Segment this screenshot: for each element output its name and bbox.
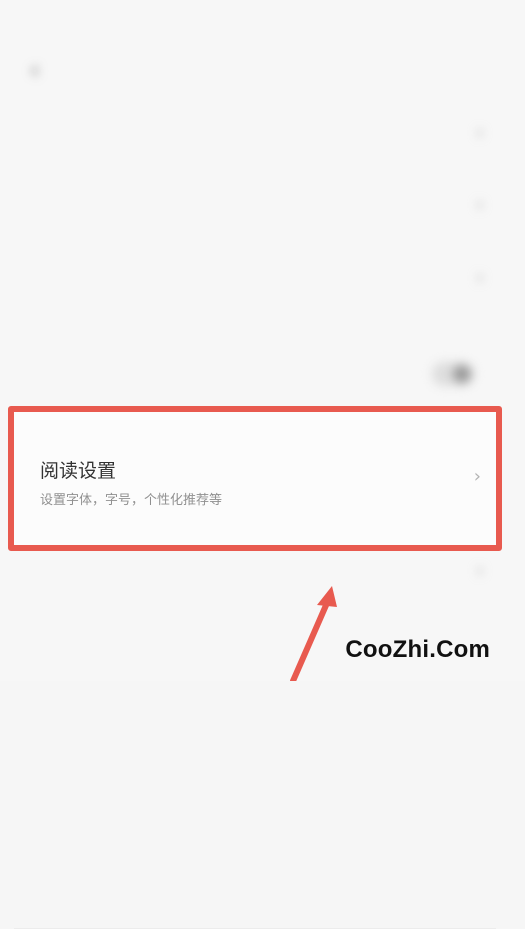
settings-screen: ‹ › › › 阅读设置 设置字体，字号，个性化推荐等 › › CooZhi.C…: [0, 0, 525, 929]
chevron-right-icon: ›: [476, 120, 484, 144]
chevron-right-icon: ›: [476, 265, 484, 289]
chevron-right-icon: ›: [476, 558, 484, 582]
reading-settings-highlight-box: 阅读设置 设置字体，字号，个性化推荐等 ›: [8, 406, 502, 929]
status-bar: [0, 6, 525, 30]
watermark-logo-text: CooZhi.Com: [345, 636, 490, 663]
chevron-left-icon[interactable]: ‹: [30, 56, 40, 84]
settings-row-4[interactable]: [10, 345, 502, 403]
settings-toggle[interactable]: [432, 362, 474, 386]
settings-row-3[interactable]: ›: [10, 255, 502, 313]
settings-row-1[interactable]: ›: [10, 110, 502, 168]
top-navigation: ‹: [0, 48, 525, 96]
chevron-right-icon: ›: [476, 192, 484, 216]
settings-row-5[interactable]: ›: [10, 548, 502, 612]
reading-settings-row[interactable]: 阅读设置 设置字体，字号，个性化推荐等 ›: [14, 412, 496, 545]
reading-settings-subtitle: 设置字体，字号，个性化推荐等: [40, 493, 223, 508]
reading-settings-title: 阅读设置: [40, 460, 117, 482]
settings-row-2[interactable]: ›: [10, 182, 502, 240]
chevron-right-icon: ›: [473, 466, 481, 487]
